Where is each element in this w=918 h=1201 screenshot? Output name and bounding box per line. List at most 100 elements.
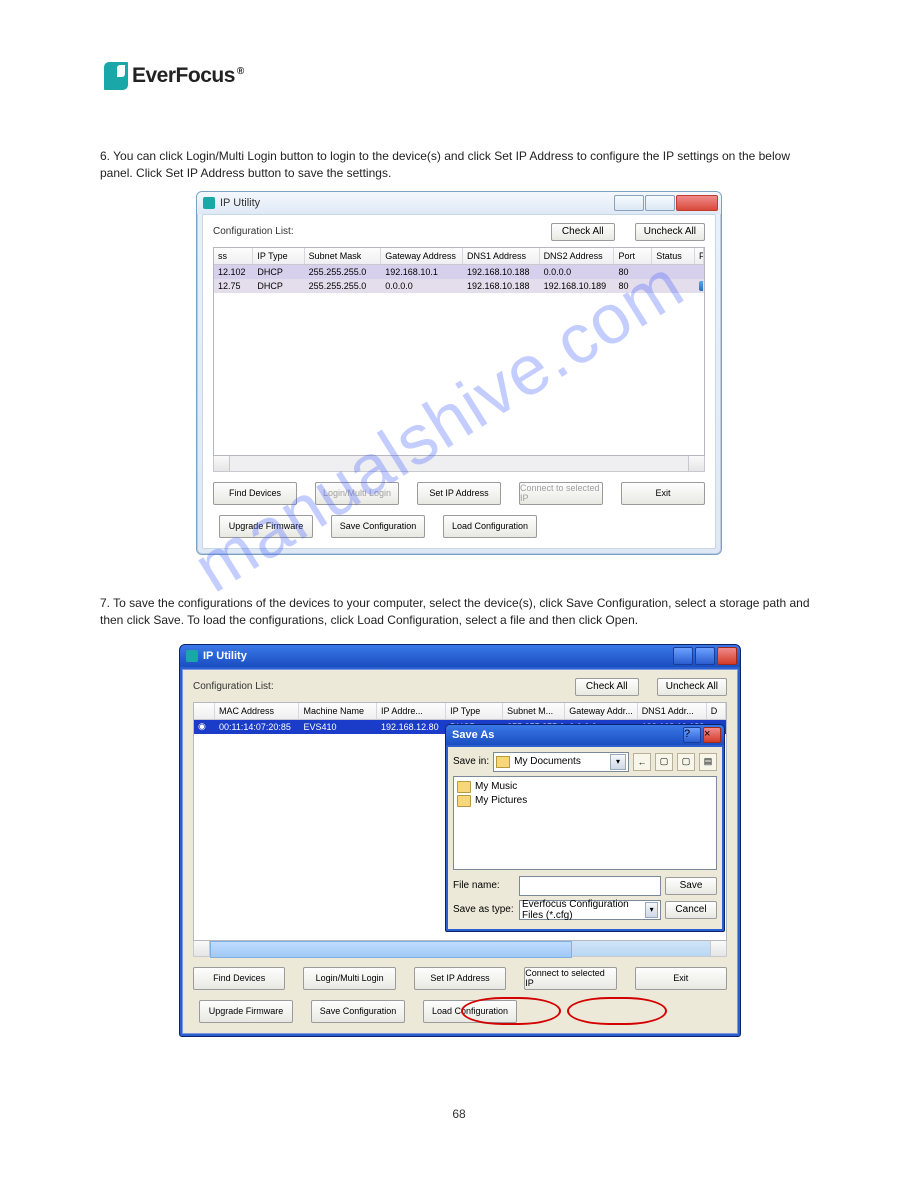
col-dns1[interactable]: DNS1 Address xyxy=(463,248,540,264)
instruction-step-7: 7. To save the configurations of the dev… xyxy=(100,595,818,630)
window-ip-utility-win7: IP Utility Configuration List: Check All… xyxy=(196,191,722,555)
filetype-label: Save as type: xyxy=(453,904,515,915)
back-icon[interactable]: ← xyxy=(633,753,651,771)
horizontal-scrollbar[interactable] xyxy=(193,941,727,957)
check-all-button[interactable]: Check All xyxy=(575,678,639,696)
upgrade-firmware-button[interactable]: Upgrade Firmware xyxy=(219,515,313,538)
help-button[interactable]: ? xyxy=(683,727,701,743)
filename-input[interactable] xyxy=(519,876,661,896)
check-all-button[interactable]: Check All xyxy=(551,223,615,241)
set-ip-button[interactable]: Set IP Address xyxy=(414,967,506,990)
window-title: IP Utility xyxy=(220,197,260,209)
dropdown-icon[interactable]: ▾ xyxy=(645,902,658,918)
col-d[interactable]: D xyxy=(707,703,726,719)
col-mac[interactable]: MAC Address xyxy=(215,703,299,719)
cancel-button[interactable]: Cancel xyxy=(665,901,717,919)
set-ip-button[interactable]: Set IP Address xyxy=(417,482,501,505)
col-address-suffix[interactable]: ss xyxy=(214,248,253,264)
scroll-left-icon[interactable] xyxy=(194,941,210,956)
client-area: Configuration List: Check All Uncheck Al… xyxy=(182,669,738,1034)
scroll-right-icon[interactable] xyxy=(710,941,726,956)
exit-button[interactable]: Exit xyxy=(621,482,705,505)
col-progress[interactable]: Progress xyxy=(695,248,704,264)
table-body: 12.102 DHCP 255.255.255.0 192.168.10.1 1… xyxy=(214,265,704,455)
table-row[interactable]: 12.75 DHCP 255.255.255.0 0.0.0.0 192.168… xyxy=(214,279,704,293)
brand-logo: EverFocus® xyxy=(104,62,818,90)
folder-icon xyxy=(496,756,510,768)
uncheck-all-button[interactable]: Uncheck All xyxy=(635,223,705,241)
load-configuration-button[interactable]: Load Configuration xyxy=(423,1000,517,1023)
logo-mark-icon xyxy=(104,62,128,90)
filetype-combo[interactable]: Everfocus Configuration Files (*.cfg) ▾ xyxy=(519,900,661,920)
col-ip-address[interactable]: IP Addre... xyxy=(377,703,446,719)
load-configuration-button[interactable]: Load Configuration xyxy=(443,515,537,538)
exit-button[interactable]: Exit xyxy=(635,967,727,990)
minimize-button[interactable] xyxy=(614,195,644,211)
close-button[interactable]: × xyxy=(703,727,721,743)
minimize-button[interactable] xyxy=(673,647,693,665)
folder-icon xyxy=(457,795,471,807)
col-gateway[interactable]: Gateway Addr... xyxy=(565,703,637,719)
horizontal-scrollbar[interactable] xyxy=(213,456,705,472)
up-folder-icon[interactable]: ▢ xyxy=(655,753,673,771)
col-subnet-mask[interactable]: Subnet Mask xyxy=(305,248,382,264)
col-ip-type[interactable]: IP Type xyxy=(446,703,503,719)
new-folder-icon[interactable]: ▢ xyxy=(677,753,695,771)
page-number: 68 xyxy=(100,1107,818,1121)
table-header: ss IP Type Subnet Mask Gateway Address D… xyxy=(214,248,704,265)
configuration-list-label: Configuration List: xyxy=(193,681,274,692)
close-button[interactable] xyxy=(717,647,737,665)
close-button[interactable] xyxy=(676,195,718,211)
save-configuration-button[interactable]: Save Configuration xyxy=(311,1000,405,1023)
save-configuration-button[interactable]: Save Configuration xyxy=(331,515,425,538)
save-button[interactable]: Save xyxy=(665,877,717,895)
col-port[interactable]: Port xyxy=(614,248,652,264)
save-as-dialog: Save As ? × Save in: My Documents xyxy=(445,724,725,932)
save-in-label: Save in: xyxy=(453,756,489,767)
window-title: IP Utility xyxy=(203,650,247,662)
brand-name: EverFocus® xyxy=(132,64,244,88)
scroll-right-icon[interactable] xyxy=(688,456,704,471)
device-table: ss IP Type Subnet Mask Gateway Address D… xyxy=(213,247,705,456)
filename-label: File name: xyxy=(453,880,515,891)
dropdown-icon[interactable]: ▾ xyxy=(610,754,626,770)
find-devices-button[interactable]: Find Devices xyxy=(193,967,285,990)
saveas-title: Save As xyxy=(452,729,494,741)
list-item[interactable]: My Pictures xyxy=(457,794,713,808)
col-dns1[interactable]: DNS1 Addr... xyxy=(638,703,707,719)
configuration-list-label: Configuration List: xyxy=(213,226,294,237)
save-in-combo[interactable]: My Documents ▾ xyxy=(493,752,629,772)
table-header: MAC Address Machine Name IP Addre... IP … xyxy=(194,703,726,720)
app-icon xyxy=(203,197,215,209)
titlebar: IP Utility xyxy=(180,645,740,667)
uncheck-all-button[interactable]: Uncheck All xyxy=(657,678,727,696)
table-row[interactable]: 12.102 DHCP 255.255.255.0 192.168.10.1 1… xyxy=(214,265,704,279)
app-icon xyxy=(186,650,198,662)
progress-complete: Completed xyxy=(695,281,704,291)
connect-button[interactable]: Connect to selected IP xyxy=(524,967,616,990)
col-subnet[interactable]: Subnet M... xyxy=(503,703,565,719)
login-button[interactable]: Login/Multi Login xyxy=(315,482,399,505)
connect-button[interactable]: Connect to selected IP xyxy=(519,482,603,505)
instruction-step-6: 6. You can click Login/Multi Login butto… xyxy=(100,148,818,183)
col-checkbox[interactable] xyxy=(194,703,215,719)
col-dns2[interactable]: DNS2 Address xyxy=(540,248,615,264)
window-ip-utility-xp: IP Utility Configuration List: Check All… xyxy=(179,644,741,1037)
saveas-body: Save in: My Documents ▾ ← ▢ ▢ ▤ xyxy=(448,747,722,929)
col-machine-name[interactable]: Machine Name xyxy=(299,703,377,719)
saveas-titlebar: Save As ? × xyxy=(446,725,724,745)
maximize-button[interactable] xyxy=(695,647,715,665)
upgrade-firmware-button[interactable]: Upgrade Firmware xyxy=(199,1000,293,1023)
col-ip-type[interactable]: IP Type xyxy=(253,248,304,264)
col-gateway[interactable]: Gateway Address xyxy=(381,248,463,264)
col-status[interactable]: Status xyxy=(652,248,695,264)
maximize-button[interactable] xyxy=(645,195,675,211)
views-icon[interactable]: ▤ xyxy=(699,753,717,771)
find-devices-button[interactable]: Find Devices xyxy=(213,482,297,505)
scroll-left-icon[interactable] xyxy=(214,456,230,471)
login-button[interactable]: Login/Multi Login xyxy=(303,967,395,990)
row-radio[interactable]: ◉ xyxy=(194,721,215,732)
file-list[interactable]: My Music My Pictures xyxy=(453,776,717,870)
client-area: Configuration List: Check All Uncheck Al… xyxy=(202,214,716,549)
list-item[interactable]: My Music xyxy=(457,780,713,794)
